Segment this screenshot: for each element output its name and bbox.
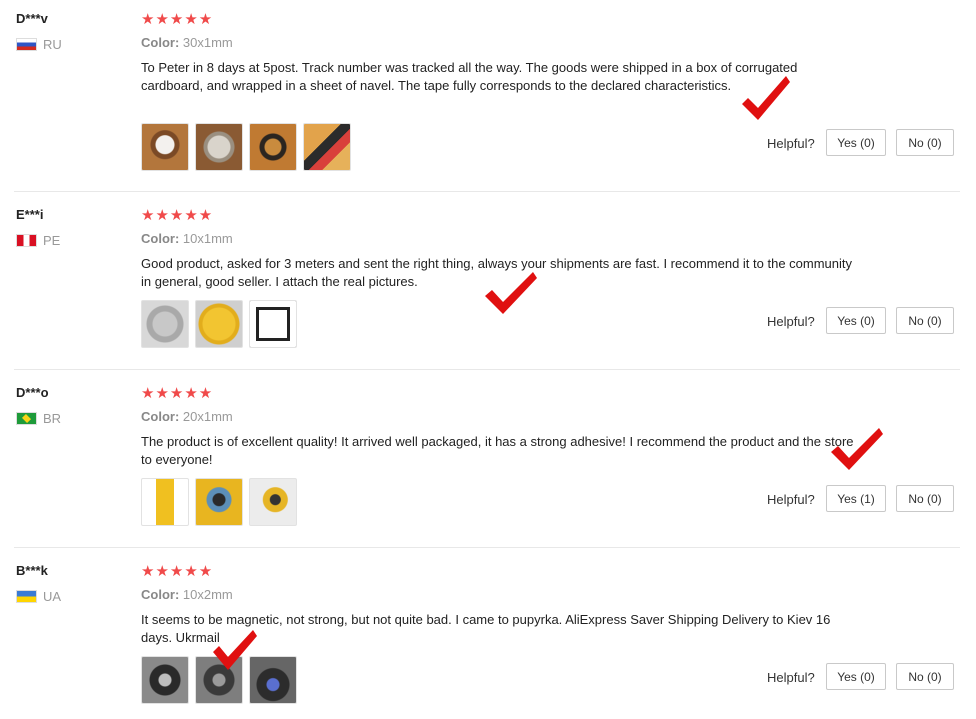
rating-stars: ★★★★★ xyxy=(141,385,214,402)
review-photos xyxy=(141,123,351,171)
review-photo[interactable] xyxy=(249,478,297,526)
country-code: PE xyxy=(43,233,61,248)
reviewer-name: B***k xyxy=(16,563,48,578)
review-photo[interactable] xyxy=(195,300,243,348)
helpful-no-button[interactable]: No (0) xyxy=(896,485,954,512)
color-variant: Color: 10x2mm xyxy=(141,587,233,602)
review-photo[interactable] xyxy=(303,123,351,171)
brazil-flag-icon xyxy=(16,412,37,425)
checkmark-icon xyxy=(742,76,790,120)
rating-stars: ★★★★★ xyxy=(141,207,214,224)
review-divider xyxy=(14,369,960,370)
review-photo[interactable] xyxy=(249,123,297,171)
helpful-label: Helpful? xyxy=(767,136,815,151)
helpful-no-button[interactable]: No (0) xyxy=(896,129,954,156)
helpful-yes-button[interactable]: Yes (1) xyxy=(826,485,886,512)
helpful-no-button[interactable]: No (0) xyxy=(896,663,954,690)
country-code: BR xyxy=(43,411,62,426)
reviewer-country: PE xyxy=(16,233,60,248)
color-variant: Color: 10x1mm xyxy=(141,231,233,246)
review-text: The product is of excellent quality! It … xyxy=(141,434,854,467)
review-photo[interactable] xyxy=(249,300,297,348)
checkmark-icon xyxy=(485,272,537,314)
review-photo[interactable] xyxy=(141,300,189,348)
helpful-yes-button[interactable]: Yes (0) xyxy=(826,307,886,334)
review-photo[interactable] xyxy=(195,478,243,526)
review-divider xyxy=(14,191,960,192)
russia-flag-icon xyxy=(16,38,37,51)
helpful-yes-button[interactable]: Yes (0) xyxy=(826,129,886,156)
review-photos xyxy=(141,300,297,348)
helpful-label: Helpful? xyxy=(767,314,815,329)
color-variant: Color: 20x1mm xyxy=(141,409,233,424)
review-divider xyxy=(14,547,960,548)
reviewer-country: BR xyxy=(16,411,61,426)
ukraine-flag-icon xyxy=(16,590,37,603)
country-code: RU xyxy=(43,37,62,52)
helpful-label: Helpful? xyxy=(767,670,815,685)
review-photo[interactable] xyxy=(141,123,189,171)
rating-stars: ★★★★★ xyxy=(141,11,214,28)
review-photo[interactable] xyxy=(141,478,189,526)
country-code: UA xyxy=(43,589,62,604)
checkmark-icon xyxy=(831,428,883,470)
rating-stars: ★★★★★ xyxy=(141,563,214,580)
review-photo[interactable] xyxy=(195,123,243,171)
reviewer-name: E***i xyxy=(16,207,44,222)
reviewer-name: D***v xyxy=(16,11,48,26)
checkmark-icon xyxy=(213,630,257,670)
reviewer-name: D***o xyxy=(16,385,49,400)
helpful-yes-button[interactable]: Yes (0) xyxy=(826,663,886,690)
reviewer-country: UA xyxy=(16,589,61,604)
helpful-no-button[interactable]: No (0) xyxy=(896,307,954,334)
peru-flag-icon xyxy=(16,234,37,247)
helpful-label: Helpful? xyxy=(767,492,815,507)
color-variant: Color: 30x1mm xyxy=(141,35,233,50)
review-photos xyxy=(141,478,297,526)
reviewer-country: RU xyxy=(16,37,62,52)
review-photo[interactable] xyxy=(141,656,189,704)
